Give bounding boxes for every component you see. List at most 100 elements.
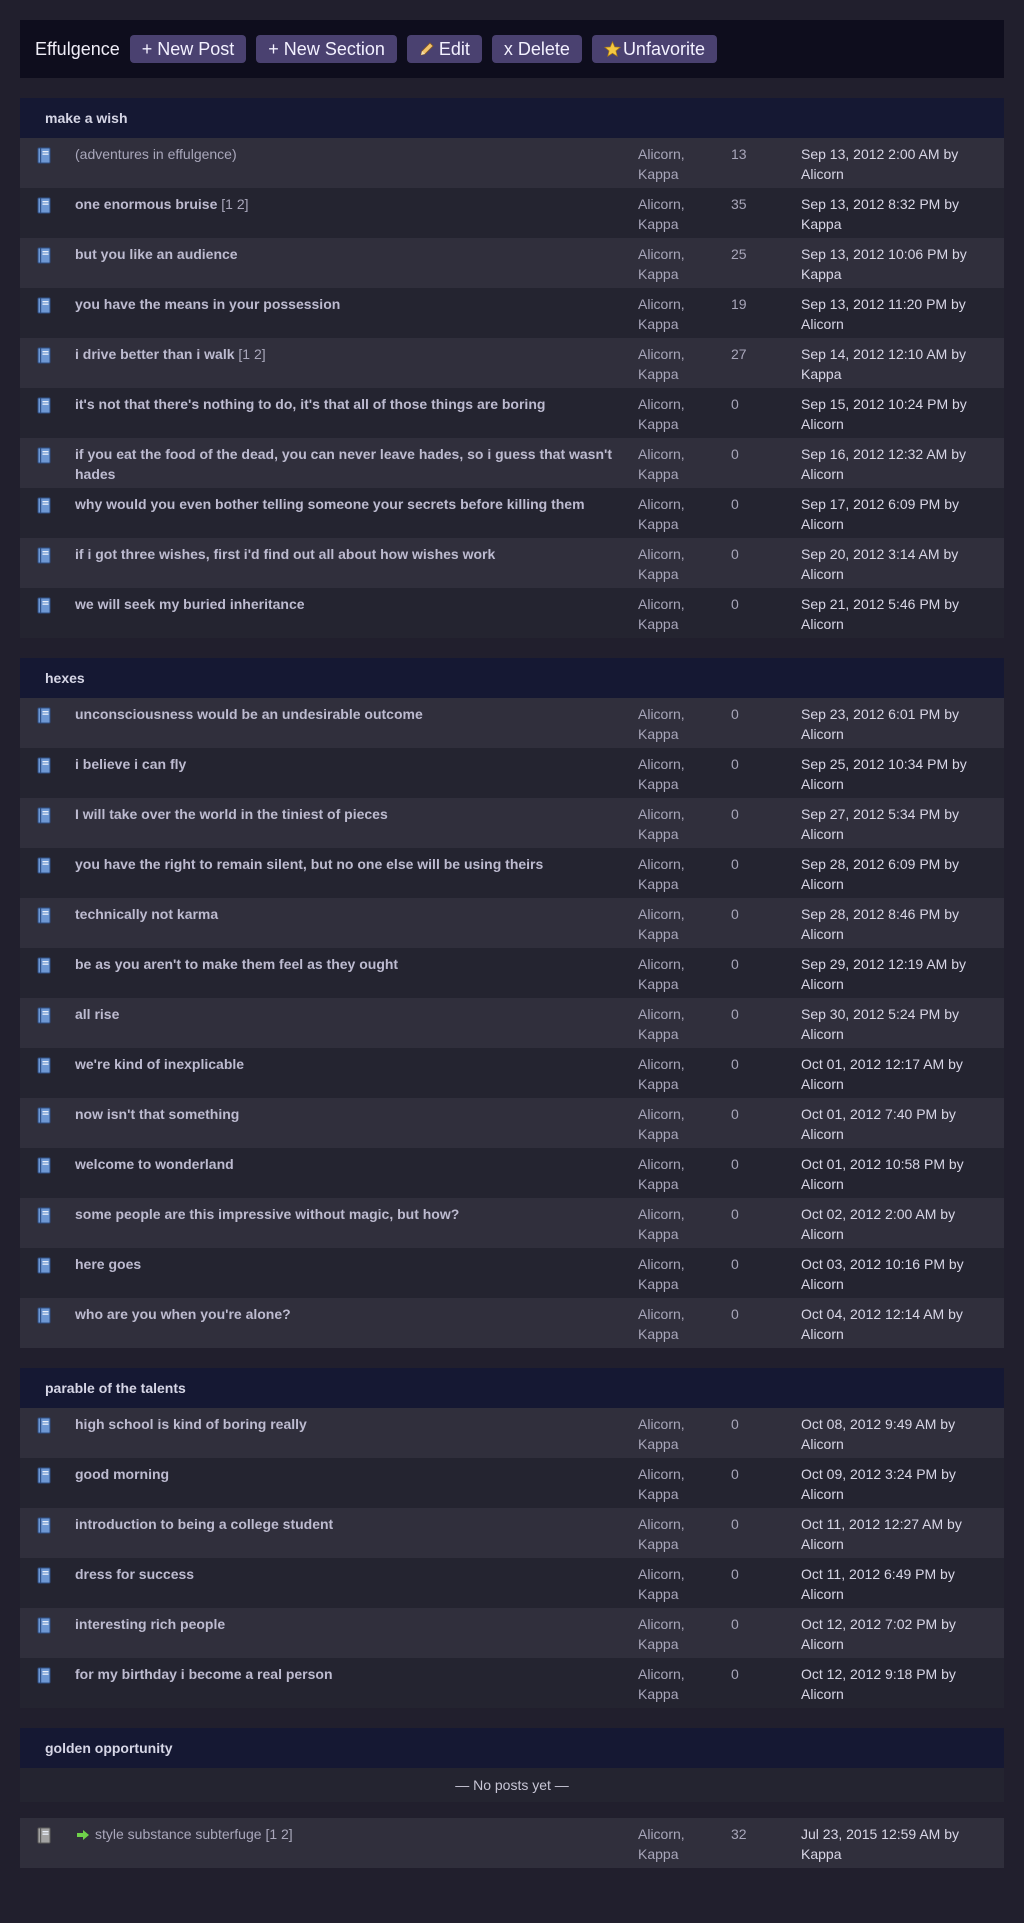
post-row[interactable]: we will seek my buried inheritance Alico…: [20, 588, 1004, 638]
post-row[interactable]: interesting rich people Alicorn, Kappa 0 O…: [20, 1608, 1004, 1658]
last-updated-author[interactable]: Alicorn: [801, 1326, 844, 1342]
post-title-link[interactable]: here goes: [75, 1256, 141, 1272]
section-title[interactable]: make a wish: [45, 110, 128, 126]
page-links[interactable]: [1 2]: [221, 196, 248, 212]
section-header[interactable]: hexes: [20, 658, 1004, 698]
last-updated-author[interactable]: Alicorn: [801, 616, 844, 632]
post-row[interactable]: if you eat the food of the dead, you can…: [20, 438, 1004, 488]
post-row[interactable]: but you like an audience Alicorn, Kappa 2…: [20, 238, 1004, 288]
new-section-button[interactable]: + New Section: [256, 35, 397, 63]
post-title-link[interactable]: some people are this impressive without …: [75, 1206, 459, 1222]
post-title-link[interactable]: who are you when you're alone?: [75, 1306, 291, 1322]
post-row[interactable]: unconsciousness would be an undesirable …: [20, 698, 1004, 748]
post-title-link[interactable]: it's not that there's nothing to do, it'…: [75, 396, 545, 412]
last-updated-author[interactable]: Alicorn: [801, 726, 844, 742]
post-title-link[interactable]: if i got three wishes, first i'd find ou…: [75, 546, 495, 562]
section-header[interactable]: parable of the talents: [20, 1368, 1004, 1408]
post-title-link[interactable]: interesting rich people: [75, 1616, 225, 1632]
page-links[interactable]: [1 2]: [238, 346, 265, 362]
post-row[interactable]: it's not that there's nothing to do, it'…: [20, 388, 1004, 438]
post-row[interactable]: dress for success Alicorn, Kappa 0 Oct 11,…: [20, 1558, 1004, 1608]
post-row[interactable]: (adventures in effulgence) Alicorn, Kapp…: [20, 138, 1004, 188]
post-row[interactable]: we're kind of inexplicable Alicorn, Kapp…: [20, 1048, 1004, 1098]
post-title-link[interactable]: I will take over the world in the tinies…: [75, 806, 388, 822]
last-updated-author[interactable]: Alicorn: [801, 1536, 844, 1552]
section-title[interactable]: hexes: [45, 670, 85, 686]
last-updated-author[interactable]: Alicorn: [801, 876, 844, 892]
last-updated-author[interactable]: Alicorn: [801, 826, 844, 842]
post-title-link[interactable]: high school is kind of boring really: [75, 1416, 307, 1432]
post-row[interactable]: now isn't that something Alicorn, Kappa 0…: [20, 1098, 1004, 1148]
last-updated-author[interactable]: Alicorn: [801, 566, 844, 582]
post-row[interactable]: i drive better than i walk [1 2] Alicorn,…: [20, 338, 1004, 388]
section-title[interactable]: golden opportunity: [45, 1740, 173, 1756]
new-post-button[interactable]: + New Post: [129, 35, 247, 63]
last-updated-author[interactable]: Alicorn: [801, 1226, 844, 1242]
last-updated-author[interactable]: Alicorn: [801, 466, 844, 482]
last-updated-author[interactable]: Alicorn: [801, 516, 844, 532]
last-updated-author[interactable]: Alicorn: [801, 976, 844, 992]
last-updated-author[interactable]: Kappa: [801, 366, 841, 382]
last-updated-author[interactable]: Alicorn: [801, 776, 844, 792]
post-title-link[interactable]: why would you even bother telling someon…: [75, 496, 585, 512]
post-row[interactable]: i believe i can fly Alicorn, Kappa 0 Sep 2…: [20, 748, 1004, 798]
post-row[interactable]: all rise Alicorn, Kappa 0 Sep 30, 2012 5:2…: [20, 998, 1004, 1048]
unfavorite-button[interactable]: Unfavorite: [591, 35, 717, 63]
post-title-link[interactable]: i drive better than i walk: [75, 346, 235, 362]
post-title-link[interactable]: all rise: [75, 1006, 119, 1022]
post-title-link[interactable]: (adventures in effulgence): [75, 146, 237, 162]
post-row[interactable]: if i got three wishes, first i'd find ou…: [20, 538, 1004, 588]
post-title-link[interactable]: technically not karma: [75, 906, 218, 922]
last-updated-author[interactable]: Alicorn: [801, 1276, 844, 1292]
post-title-link[interactable]: good morning: [75, 1466, 169, 1482]
last-updated-author[interactable]: Kappa: [801, 266, 841, 282]
last-updated-author[interactable]: Alicorn: [801, 1486, 844, 1502]
last-updated-author[interactable]: Alicorn: [801, 1686, 844, 1702]
last-updated-author[interactable]: Alicorn: [801, 1436, 844, 1452]
post-title-link[interactable]: if you eat the food of the dead, you can…: [75, 446, 612, 482]
post-title-link[interactable]: style substance subterfuge: [95, 1826, 262, 1842]
post-row[interactable]: I will take over the world in the tinies…: [20, 798, 1004, 848]
post-title-link[interactable]: welcome to wonderland: [75, 1156, 234, 1172]
last-updated-author[interactable]: Kappa: [801, 1846, 841, 1862]
post-title-link[interactable]: we're kind of inexplicable: [75, 1056, 244, 1072]
post-row[interactable]: here goes Alicorn, Kappa 0 Oct 03, 2012 10…: [20, 1248, 1004, 1298]
last-updated-author[interactable]: Alicorn: [801, 416, 844, 432]
last-updated-author[interactable]: Alicorn: [801, 1076, 844, 1092]
post-title-link[interactable]: but you like an audience: [75, 246, 238, 262]
post-row[interactable]: why would you even bother telling someon…: [20, 488, 1004, 538]
post-title-link[interactable]: unconsciousness would be an undesirable …: [75, 706, 423, 722]
post-title-link[interactable]: introduction to being a college student: [75, 1516, 333, 1532]
last-updated-author[interactable]: Alicorn: [801, 1636, 844, 1652]
last-updated-author[interactable]: Alicorn: [801, 166, 844, 182]
section-header[interactable]: golden opportunity: [20, 1728, 1004, 1768]
post-row[interactable]: be as you aren't to make them feel as th…: [20, 948, 1004, 998]
post-row[interactable]: for my birthday i become a real person A…: [20, 1658, 1004, 1708]
post-row[interactable]: you have the right to remain silent, but…: [20, 848, 1004, 898]
post-row[interactable]: some people are this impressive without …: [20, 1198, 1004, 1248]
post-title-link[interactable]: we will seek my buried inheritance: [75, 596, 305, 612]
delete-button[interactable]: x Delete: [491, 35, 582, 63]
post-row[interactable]: high school is kind of boring really Ali…: [20, 1408, 1004, 1458]
page-links[interactable]: [1 2]: [265, 1826, 292, 1842]
last-updated-author[interactable]: Alicorn: [801, 926, 844, 942]
section-header[interactable]: make a wish: [20, 98, 1004, 138]
post-title-link[interactable]: you have the right to remain silent, but…: [75, 856, 543, 872]
post-title-link[interactable]: be as you aren't to make them feel as th…: [75, 956, 398, 972]
post-title-link[interactable]: i believe i can fly: [75, 756, 186, 772]
post-row[interactable]: good morning Alicorn, Kappa 0 Oct 09, 2012…: [20, 1458, 1004, 1508]
post-title-link[interactable]: one enormous bruise: [75, 196, 217, 212]
post-title-link[interactable]: dress for success: [75, 1566, 194, 1582]
last-updated-author[interactable]: Alicorn: [801, 1026, 844, 1042]
post-row[interactable]: welcome to wonderland Alicorn, Kappa 0 Oct…: [20, 1148, 1004, 1198]
post-row[interactable]: one enormous bruise [1 2] Alicorn, Kappa 3…: [20, 188, 1004, 238]
section-title[interactable]: parable of the talents: [45, 1380, 186, 1396]
post-row[interactable]: introduction to being a college student …: [20, 1508, 1004, 1558]
post-row[interactable]: who are you when you're alone? Alicorn, …: [20, 1298, 1004, 1348]
last-updated-author[interactable]: Alicorn: [801, 1586, 844, 1602]
post-title-link[interactable]: now isn't that something: [75, 1106, 239, 1122]
post-title-link[interactable]: for my birthday i become a real person: [75, 1666, 333, 1682]
last-updated-author[interactable]: Kappa: [801, 216, 841, 232]
last-updated-author[interactable]: Alicorn: [801, 1176, 844, 1192]
post-row[interactable]: you have the means in your possession Al…: [20, 288, 1004, 338]
